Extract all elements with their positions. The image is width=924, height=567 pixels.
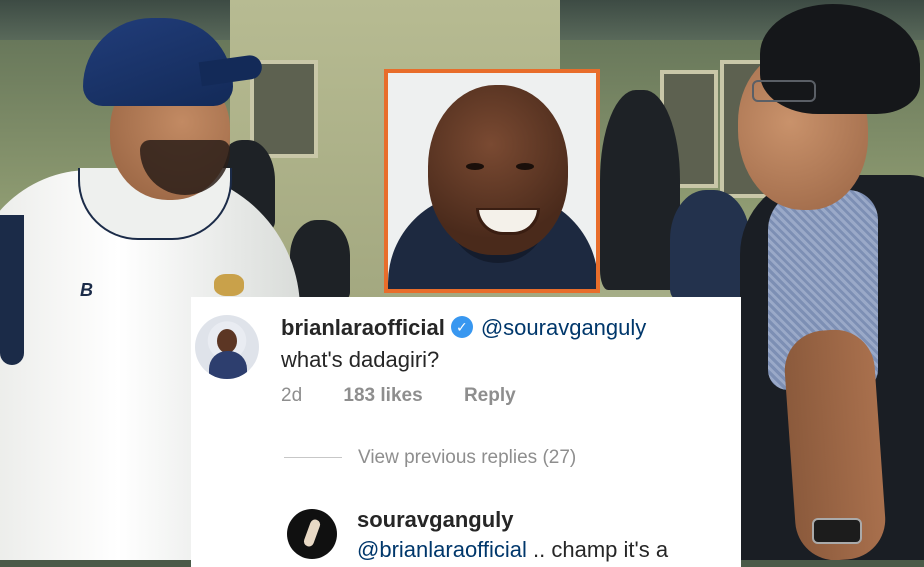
reply-avatar[interactable]	[287, 509, 337, 559]
comment-mention[interactable]: @souravganguly	[481, 315, 646, 340]
player-right-glasses	[752, 80, 816, 102]
wristwatch-icon	[812, 518, 862, 544]
inset-portrait	[384, 69, 600, 293]
commenter-username[interactable]: brianlaraofficial	[281, 315, 445, 340]
background-person	[670, 190, 750, 300]
reply-username[interactable]: souravganguly	[357, 507, 513, 533]
background-person	[290, 220, 350, 300]
background-person	[600, 90, 680, 290]
comment-meta: 2d 183 likes Reply	[281, 385, 552, 407]
reply-text-body: .. champ it's a	[526, 537, 669, 562]
portrait-eye	[516, 163, 534, 170]
avatar-suit	[209, 351, 247, 379]
comment-card: brianlaraofficial ✓ @souravganguly what's …	[191, 297, 741, 567]
verified-badge-icon: ✓	[450, 316, 473, 339]
avatar-head	[217, 329, 237, 353]
comment-age: 2d	[281, 385, 303, 406]
avatar-figure	[302, 518, 322, 548]
reply-button[interactable]: Reply	[464, 385, 516, 406]
comment-likes[interactable]: 183 likes	[343, 385, 422, 406]
portrait-eye	[466, 163, 484, 170]
view-replies-link[interactable]: View previous replies (27)	[284, 447, 576, 469]
view-replies-label: View previous replies (27)	[358, 447, 577, 468]
jacket-logo-icon: B	[80, 280, 93, 300]
jacket-crest-icon	[214, 274, 244, 296]
player-left-jacket-trim	[0, 215, 24, 365]
comment-text: what's dadagiri?	[281, 347, 440, 372]
comment-header: brianlaraofficial ✓ @souravganguly	[281, 315, 646, 341]
commenter-avatar[interactable]	[195, 315, 259, 379]
background-window	[250, 60, 318, 158]
replies-divider	[284, 457, 342, 459]
reply-text: @brianlaraofficial .. champ it's a	[357, 537, 668, 563]
reply-mention[interactable]: @brianlaraofficial	[357, 537, 527, 562]
